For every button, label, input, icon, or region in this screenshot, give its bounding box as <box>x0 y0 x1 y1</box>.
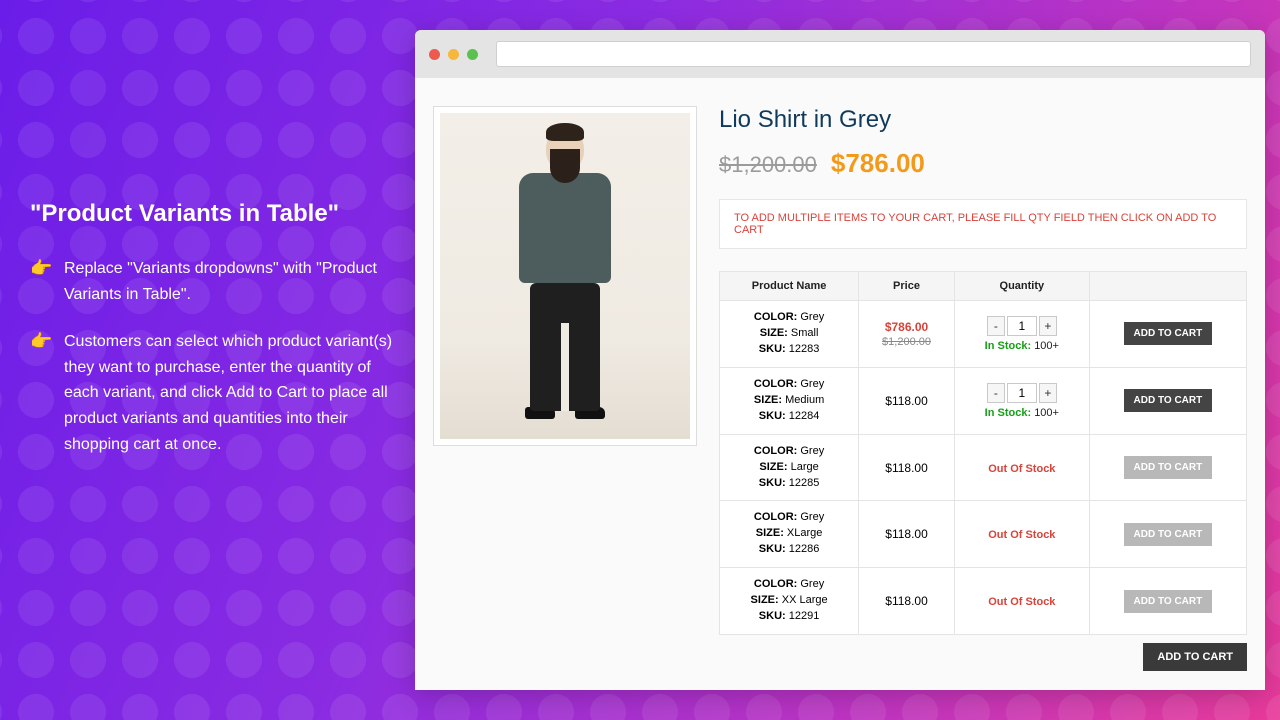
quantity-stepper: -+ <box>987 383 1057 403</box>
variant-price: $118.00 <box>859 568 955 635</box>
variants-table: Product Name Price Quantity COLOR: GreyS… <box>719 271 1247 635</box>
stock-status: In Stock: 100+ <box>985 340 1059 352</box>
browser-chrome <box>415 30 1265 78</box>
variant-attributes: COLOR: GreySIZE: XX LargeSKU: 12291 <box>720 568 859 635</box>
stock-status: In Stock: 100+ <box>985 407 1059 419</box>
add-to-cart-button: ADD TO CART <box>1124 456 1213 479</box>
window-maximize-icon[interactable] <box>467 49 478 60</box>
variant-row: COLOR: GreySIZE: XLargeSKU: 12286$118.00… <box>720 501 1247 568</box>
product-image <box>440 113 690 439</box>
variant-price: $118.00 <box>859 367 955 434</box>
product-details: Lio Shirt in Grey $1,200.00 $786.00 TO A… <box>719 106 1247 678</box>
variant-quantity: -+In Stock: 100+ <box>954 301 1089 368</box>
stock-status: Out Of Stock <box>988 596 1055 608</box>
promo-bullet: Replace "Variants dropdowns" with "Produ… <box>64 256 400 307</box>
add-to-cart-button[interactable]: ADD TO CART <box>1124 322 1213 345</box>
variant-action: ADD TO CART <box>1089 501 1246 568</box>
col-price: Price <box>859 272 955 301</box>
promo-panel: "Product Variants in Table" 👉 Replace "V… <box>30 200 400 479</box>
variant-quantity: Out Of Stock <box>954 568 1089 635</box>
sale-price: $786.00 <box>831 148 925 179</box>
variant-row: COLOR: GreySIZE: SmallSKU: 12283$786.00$… <box>720 301 1247 368</box>
promo-bullet: Customers can select which product varia… <box>64 329 400 457</box>
variant-quantity: Out Of Stock <box>954 501 1089 568</box>
qty-decrement-button[interactable]: - <box>987 383 1005 403</box>
variant-row: COLOR: GreySIZE: XX LargeSKU: 12291$118.… <box>720 568 1247 635</box>
variant-quantity: -+In Stock: 100+ <box>954 367 1089 434</box>
stock-status: Out Of Stock <box>988 463 1055 475</box>
window-close-icon[interactable] <box>429 49 440 60</box>
variant-price: $786.00$1,200.00 <box>859 301 955 368</box>
page-content: Lio Shirt in Grey $1,200.00 $786.00 TO A… <box>415 78 1265 690</box>
add-all-to-cart-button[interactable]: ADD TO CART <box>1143 643 1247 671</box>
variant-price: $118.00 <box>859 434 955 501</box>
variant-attributes: COLOR: GreySIZE: SmallSKU: 12283 <box>720 301 859 368</box>
variant-action: ADD TO CART <box>1089 301 1246 368</box>
variant-row: COLOR: GreySIZE: LargeSKU: 12285$118.00 O… <box>720 434 1247 501</box>
browser-window: Lio Shirt in Grey $1,200.00 $786.00 TO A… <box>415 30 1265 690</box>
add-to-cart-button: ADD TO CART <box>1124 523 1213 546</box>
variant-action: ADD TO CART <box>1089 367 1246 434</box>
address-bar[interactable] <box>496 41 1251 67</box>
add-to-cart-button[interactable]: ADD TO CART <box>1124 389 1213 412</box>
variant-attributes: COLOR: GreySIZE: XLargeSKU: 12286 <box>720 501 859 568</box>
variant-attributes: COLOR: GreySIZE: MediumSKU: 12284 <box>720 367 859 434</box>
col-action <box>1089 272 1246 301</box>
col-quantity: Quantity <box>954 272 1089 301</box>
multi-add-notice: TO ADD MULTIPLE ITEMS TO YOUR CART, PLEA… <box>719 199 1247 249</box>
promo-bullet-list: 👉 Replace "Variants dropdowns" with "Pro… <box>30 256 400 457</box>
qty-increment-button[interactable]: + <box>1039 383 1057 403</box>
quantity-stepper: -+ <box>987 316 1057 336</box>
original-price: $1,200.00 <box>719 152 817 178</box>
variant-attributes: COLOR: GreySIZE: LargeSKU: 12285 <box>720 434 859 501</box>
product-title: Lio Shirt in Grey <box>719 106 1247 134</box>
qty-input[interactable] <box>1007 316 1037 336</box>
product-image-frame <box>433 106 697 446</box>
stock-status: Out Of Stock <box>988 529 1055 541</box>
qty-input[interactable] <box>1007 383 1037 403</box>
col-product-name: Product Name <box>720 272 859 301</box>
pointer-icon: 👉 <box>30 256 56 281</box>
pointer-icon: 👉 <box>30 329 56 354</box>
variant-price: $118.00 <box>859 501 955 568</box>
variant-quantity: Out Of Stock <box>954 434 1089 501</box>
footer-add-row: ADD TO CART <box>719 643 1247 671</box>
qty-decrement-button[interactable]: - <box>987 316 1005 336</box>
promo-title: "Product Variants in Table" <box>30 200 400 228</box>
price-row: $1,200.00 $786.00 <box>719 148 1247 179</box>
variant-row: COLOR: GreySIZE: MediumSKU: 12284$118.00… <box>720 367 1247 434</box>
variant-action: ADD TO CART <box>1089 434 1246 501</box>
window-minimize-icon[interactable] <box>448 49 459 60</box>
variant-action: ADD TO CART <box>1089 568 1246 635</box>
add-to-cart-button: ADD TO CART <box>1124 590 1213 613</box>
qty-increment-button[interactable]: + <box>1039 316 1057 336</box>
